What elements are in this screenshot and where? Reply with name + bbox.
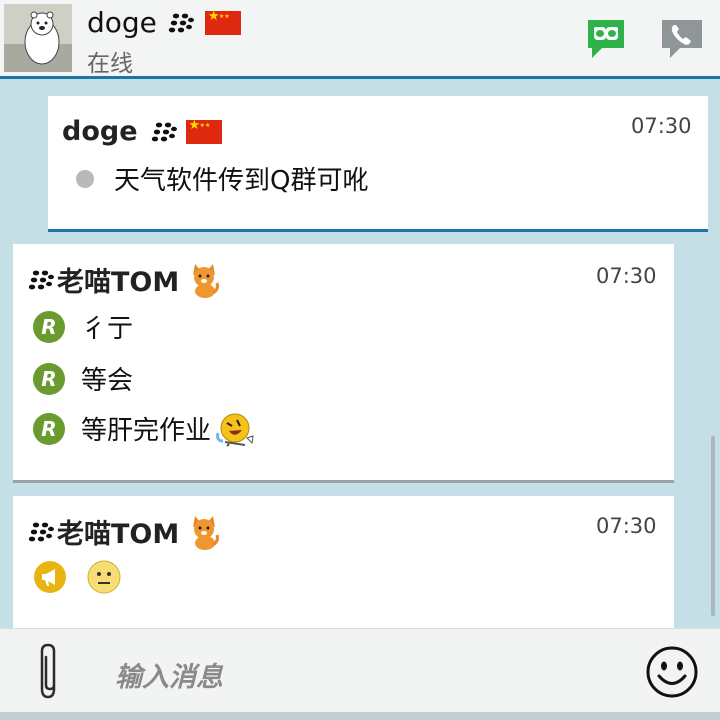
message-line[interactable]: R 等会 bbox=[33, 360, 133, 397]
message-text: 等会 bbox=[81, 366, 134, 396]
bbm-icon bbox=[28, 270, 54, 289]
read-receipt-icon: R bbox=[33, 310, 65, 343]
bottom-strip bbox=[0, 712, 720, 720]
message-bubble[interactable]: 老喵TOM 07:30 R 彳亍 R 等会 R 等肝完作业 bbox=[13, 244, 674, 483]
rolling-laugh-emoji-icon bbox=[216, 413, 254, 447]
sender-name: 老喵TOM bbox=[57, 519, 180, 550]
china-flag-icon bbox=[185, 118, 222, 144]
message-text: 彳亍 bbox=[81, 314, 134, 344]
broadcast-icon bbox=[34, 561, 66, 593]
message-line[interactable]: 天气软件传到Q群可吪 bbox=[76, 160, 368, 197]
contact-name-row: doge bbox=[87, 6, 241, 39]
delivered-dot-icon bbox=[76, 169, 94, 188]
contact-name: doge bbox=[87, 6, 157, 39]
bbm-icon bbox=[151, 122, 177, 141]
paperclip-icon[interactable] bbox=[34, 641, 64, 703]
sender-row: doge bbox=[62, 116, 222, 147]
smiley-icon[interactable] bbox=[645, 645, 699, 699]
message-line[interactable] bbox=[33, 560, 121, 594]
cat-emoji-icon bbox=[193, 515, 220, 550]
message-line[interactable]: R 彳亍 bbox=[33, 308, 133, 345]
read-receipt-icon: R bbox=[33, 412, 65, 445]
neutral-face-emoji-icon bbox=[87, 560, 121, 594]
message-composer: 输入消息 bbox=[0, 628, 720, 713]
read-receipt-icon: R bbox=[33, 362, 65, 395]
sender-row: 老喵TOM bbox=[27, 512, 221, 551]
message-line[interactable]: R 等肝完作业 bbox=[33, 410, 255, 447]
cat-emoji-icon bbox=[193, 263, 220, 298]
message-bubble[interactable]: doge 07:30 天气软件传到Q群可吪 bbox=[48, 96, 708, 232]
sender-name: doge bbox=[62, 116, 138, 147]
video-chat-icon[interactable] bbox=[584, 18, 628, 60]
message-input[interactable]: 输入消息 bbox=[115, 655, 223, 694]
message-bubble[interactable]: 老喵TOM 07:30 bbox=[13, 496, 674, 628]
china-flag-icon bbox=[204, 9, 241, 35]
contact-avatar[interactable] bbox=[4, 4, 72, 72]
contact-status: 在线 bbox=[87, 51, 133, 77]
chat-scrollbar[interactable] bbox=[711, 436, 715, 616]
message-text: 等肝完作业 bbox=[81, 416, 212, 446]
chat-header: doge 在线 bbox=[0, 0, 720, 79]
message-text: 天气软件传到Q群可吪 bbox=[114, 166, 369, 196]
message-time: 07:30 bbox=[631, 114, 692, 138]
bbm-icon bbox=[168, 13, 194, 32]
sender-name: 老喵TOM bbox=[57, 267, 180, 298]
message-time: 07:30 bbox=[596, 264, 657, 288]
phone-icon[interactable] bbox=[660, 18, 704, 60]
sender-row: 老喵TOM bbox=[27, 260, 221, 299]
bbm-icon bbox=[28, 522, 54, 541]
message-time: 07:30 bbox=[596, 514, 657, 538]
